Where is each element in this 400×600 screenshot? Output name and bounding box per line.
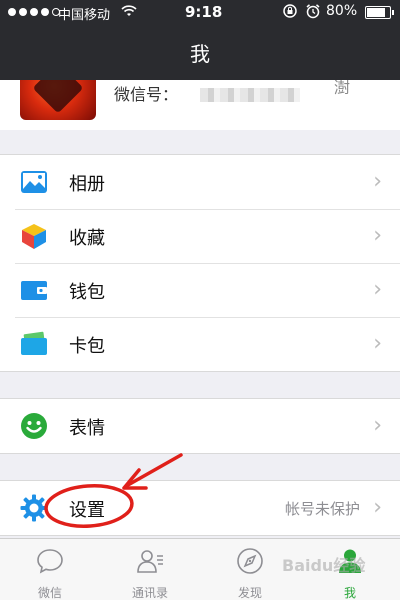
compass-icon [236, 547, 264, 575]
status-time: 9:18 [185, 3, 223, 21]
wechat-id-label: 微信号： [114, 85, 179, 104]
qr-hint-text: 澍 [334, 80, 351, 97]
menu-item-label: 表情 [69, 418, 105, 439]
chevron-right-icon: › [373, 277, 382, 302]
favorites-cube-icon [20, 222, 48, 250]
avatar[interactable] [20, 80, 96, 120]
carrier-name: 中国移动 [58, 8, 111, 23]
card-pack-icon [20, 330, 48, 358]
battery-icon [365, 6, 394, 19]
menu-group-2: 表情 › [0, 398, 400, 454]
signal-strength-icon [8, 8, 60, 16]
chevron-right-icon: › [373, 223, 382, 248]
gear-icon [20, 494, 48, 522]
tab-label: 我 [343, 586, 356, 600]
contacts-icon [136, 547, 164, 575]
account-protection-status: 帐号未保护 [284, 500, 360, 518]
watermark: Baidu经验 [282, 556, 366, 575]
wechat-id-value-redacted [200, 88, 300, 102]
menu-item-wallet[interactable]: 钱包 › [0, 263, 400, 317]
battery-percent: 80% [326, 3, 358, 19]
tab-contacts[interactable]: 通讯录 [100, 539, 200, 600]
chevron-right-icon: › [373, 413, 382, 438]
tab-label: 发现 [237, 586, 262, 600]
menu-item-favorites[interactable]: 收藏 › [0, 209, 400, 263]
chevron-right-icon: › [373, 331, 382, 356]
wallet-icon [20, 276, 48, 304]
tab-label: 通讯录 [131, 586, 168, 600]
menu-item-label: 相册 [69, 174, 105, 195]
menu-item-label: 卡包 [69, 336, 105, 357]
menu-item-settings[interactable]: 设置 帐号未保护 › [0, 481, 400, 535]
menu-item-card-pack[interactable]: 卡包 › [0, 317, 400, 371]
alarm-icon [305, 3, 321, 23]
profile-card[interactable]: 微信号： 澍 [0, 80, 400, 130]
tab-chats[interactable]: 微信 [0, 539, 100, 600]
page-title: 我 [190, 42, 210, 66]
menu-item-label: 设置 [69, 500, 105, 521]
chevron-right-icon: › [373, 169, 382, 194]
chevron-right-icon: › [373, 495, 382, 520]
menu-group-1: 相册 › 收藏 › 钱包 › 卡包 › [0, 154, 400, 372]
photo-album-icon [20, 168, 48, 196]
menu-item-stickers[interactable]: 表情 › [0, 399, 400, 453]
rotation-lock-icon [282, 3, 298, 23]
menu-group-3: 设置 帐号未保护 › [0, 480, 400, 536]
wifi-icon [121, 4, 137, 22]
menu-item-label: 收藏 [69, 228, 105, 249]
status-bar: 中国移动 9:18 80% [0, 0, 400, 26]
emoji-icon [20, 412, 48, 440]
menu-item-album[interactable]: 相册 › [0, 155, 400, 209]
menu-item-label: 钱包 [69, 282, 105, 303]
tab-label: 微信 [37, 586, 62, 600]
chat-icon [36, 547, 64, 575]
navigation-bar: 中国移动 9:18 80% 我 [0, 0, 400, 80]
